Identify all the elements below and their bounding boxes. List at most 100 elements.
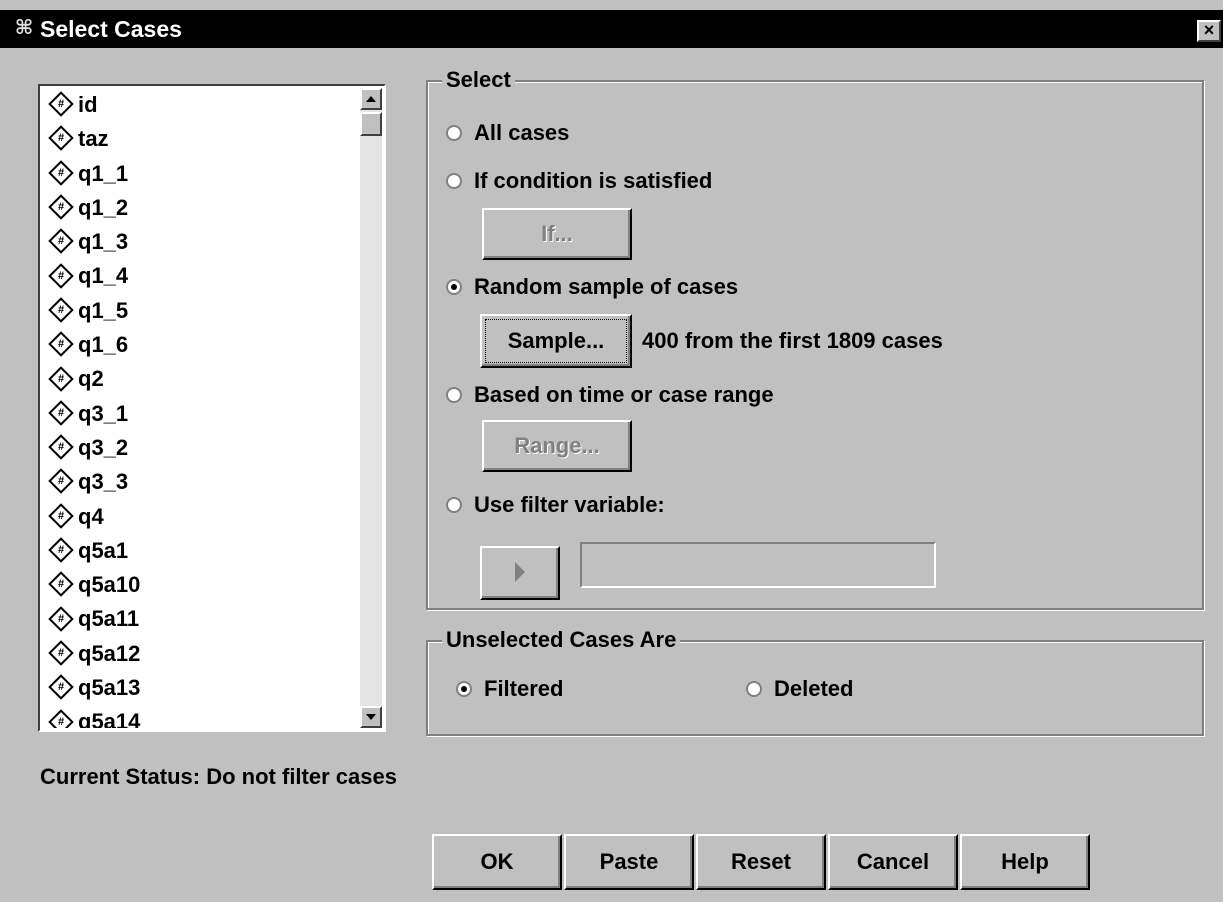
cancel-button-label: Cancel xyxy=(856,849,930,874)
variable-list-item[interactable]: # q5a1 xyxy=(42,534,360,568)
radio-filter-variable-label: Use filter variable: xyxy=(474,492,665,517)
ok-button[interactable]: OK xyxy=(432,834,562,890)
paste-button[interactable]: Paste xyxy=(564,834,694,890)
variable-list-item[interactable]: # q3_1 xyxy=(42,397,360,431)
help-button-label: Help xyxy=(1001,849,1049,874)
sample-button[interactable]: Sample... xyxy=(480,314,632,368)
variable-list-item[interactable]: # q1_2 xyxy=(42,191,360,225)
numeric-glyph: # xyxy=(57,132,65,145)
variable-list-item[interactable]: # q1_3 xyxy=(42,225,360,259)
radio-filtered[interactable]: Filtered xyxy=(456,674,563,704)
numeric-glyph: # xyxy=(57,235,65,248)
numeric-variable-icon: # xyxy=(48,571,74,598)
variable-list-item[interactable]: # q4 xyxy=(42,500,360,534)
radio-time-range[interactable]: Based on time or case range xyxy=(446,380,774,410)
reset-button[interactable]: Reset xyxy=(696,834,826,890)
filter-variable-field[interactable] xyxy=(580,542,936,588)
numeric-variable-icon: # xyxy=(48,365,74,392)
variable-list-item[interactable]: # q5a13 xyxy=(42,671,360,705)
help-button[interactable]: Help xyxy=(960,834,1090,890)
numeric-glyph: # xyxy=(57,441,65,454)
variable-list-item[interactable]: # q1_5 xyxy=(42,294,360,328)
variable-list-item[interactable]: # q1_1 xyxy=(42,157,360,191)
arrow-up-icon xyxy=(366,96,376,102)
numeric-glyph: # xyxy=(57,166,65,179)
numeric-glyph: # xyxy=(57,201,65,214)
range-button[interactable]: Range... xyxy=(482,420,632,472)
current-status: Current Status: Do not filter cases xyxy=(40,764,397,789)
radio-deleted[interactable]: Deleted xyxy=(746,674,853,704)
variable-name: q4 xyxy=(78,503,104,529)
ok-button-label: OK xyxy=(480,849,514,874)
variable-list-items: # id # taz # q1_1 # q1_2 # q1_3 # q1_4 # q1_5 # q1_6 # q2… xyxy=(42,88,360,728)
scroll-up-button[interactable] xyxy=(360,88,382,110)
radio-button[interactable] xyxy=(456,681,472,697)
variable-list-item[interactable]: # q5a14 xyxy=(42,705,360,728)
radio-button[interactable] xyxy=(446,497,462,513)
scroll-thumb[interactable] xyxy=(360,112,382,136)
variable-list-item[interactable]: # q5a10 xyxy=(42,568,360,602)
numeric-variable-icon: # xyxy=(48,434,74,460)
numeric-glyph: # xyxy=(57,578,65,591)
if-button[interactable]: If... xyxy=(482,208,632,260)
radio-all-cases-label: All cases xyxy=(474,120,570,145)
numeric-variable-icon: # xyxy=(48,537,74,563)
variable-name: q5a14 xyxy=(78,709,141,728)
variable-name: q1_4 xyxy=(78,263,129,289)
variable-name: q5a12 xyxy=(78,640,141,666)
sample-info: 400 from the first 1809 cases xyxy=(642,328,943,353)
numeric-glyph: # xyxy=(57,406,65,419)
cancel-button[interactable]: Cancel xyxy=(828,834,958,890)
radio-button[interactable] xyxy=(446,125,462,141)
if-button-label: If... xyxy=(541,221,573,246)
numeric-variable-icon: # xyxy=(48,297,74,323)
numeric-variable-icon: # xyxy=(48,468,74,495)
numeric-variable-icon: # xyxy=(48,503,74,529)
variable-list-item[interactable]: # q3_3 xyxy=(42,465,360,499)
variable-list-item[interactable]: # q2 xyxy=(42,362,360,396)
variable-list-item[interactable]: # taz xyxy=(42,122,360,156)
variable-name: q5a10 xyxy=(78,572,141,598)
variable-list[interactable]: # id # taz # q1_1 # q1_2 # q1_3 # q1_4 # q1_5 # q1_6 # q2… xyxy=(38,84,386,732)
radio-all-cases[interactable]: All cases xyxy=(446,118,569,148)
numeric-variable-icon: # xyxy=(48,400,74,426)
radio-if-condition[interactable]: If condition is satisfied xyxy=(446,166,712,196)
paste-button-label: Paste xyxy=(599,849,659,874)
variable-list-item[interactable]: # q1_4 xyxy=(42,259,360,293)
numeric-glyph: # xyxy=(57,98,65,111)
radio-button[interactable] xyxy=(746,681,762,697)
variable-list-item[interactable]: # id xyxy=(42,88,360,122)
variable-name: q5a13 xyxy=(78,675,141,701)
radio-button[interactable] xyxy=(446,173,462,189)
variable-name: q1_1 xyxy=(78,160,129,186)
radio-button[interactable] xyxy=(446,279,462,295)
arrow-down-icon xyxy=(366,714,376,720)
close-button[interactable]: × xyxy=(1197,20,1221,42)
variable-name: taz xyxy=(78,126,109,152)
variable-list-item[interactable]: # q3_2 xyxy=(42,431,360,465)
radio-random-sample-label: Random sample of cases xyxy=(474,274,739,299)
variable-name: q3_1 xyxy=(78,400,129,426)
numeric-variable-icon: # xyxy=(48,708,74,728)
variable-name: q1_5 xyxy=(78,297,129,323)
numeric-glyph: # xyxy=(57,509,65,522)
numeric-variable-icon: # xyxy=(48,194,74,220)
radio-filter-variable[interactable]: Use filter variable: xyxy=(446,490,665,520)
variable-list-scrollbar[interactable] xyxy=(360,88,382,728)
variable-list-item[interactable]: # q1_6 xyxy=(42,328,360,362)
radio-button[interactable] xyxy=(446,387,462,403)
numeric-glyph: # xyxy=(57,338,65,351)
variable-name: q3_2 xyxy=(78,434,129,460)
numeric-variable-icon: # xyxy=(48,605,74,632)
numeric-glyph: # xyxy=(57,681,65,694)
variable-name: q1_6 xyxy=(78,332,129,358)
radio-random-sample[interactable]: Random sample of cases xyxy=(446,272,738,302)
variable-list-item[interactable]: # q5a11 xyxy=(42,602,360,636)
variable-name: q5a11 xyxy=(78,606,140,632)
numeric-glyph: # xyxy=(57,544,65,557)
scroll-down-button[interactable] xyxy=(360,706,382,728)
variable-list-item[interactable]: # q5a12 xyxy=(42,637,360,671)
numeric-variable-icon: # xyxy=(48,125,74,152)
numeric-glyph: # xyxy=(57,646,65,659)
move-variable-button[interactable] xyxy=(480,546,560,600)
